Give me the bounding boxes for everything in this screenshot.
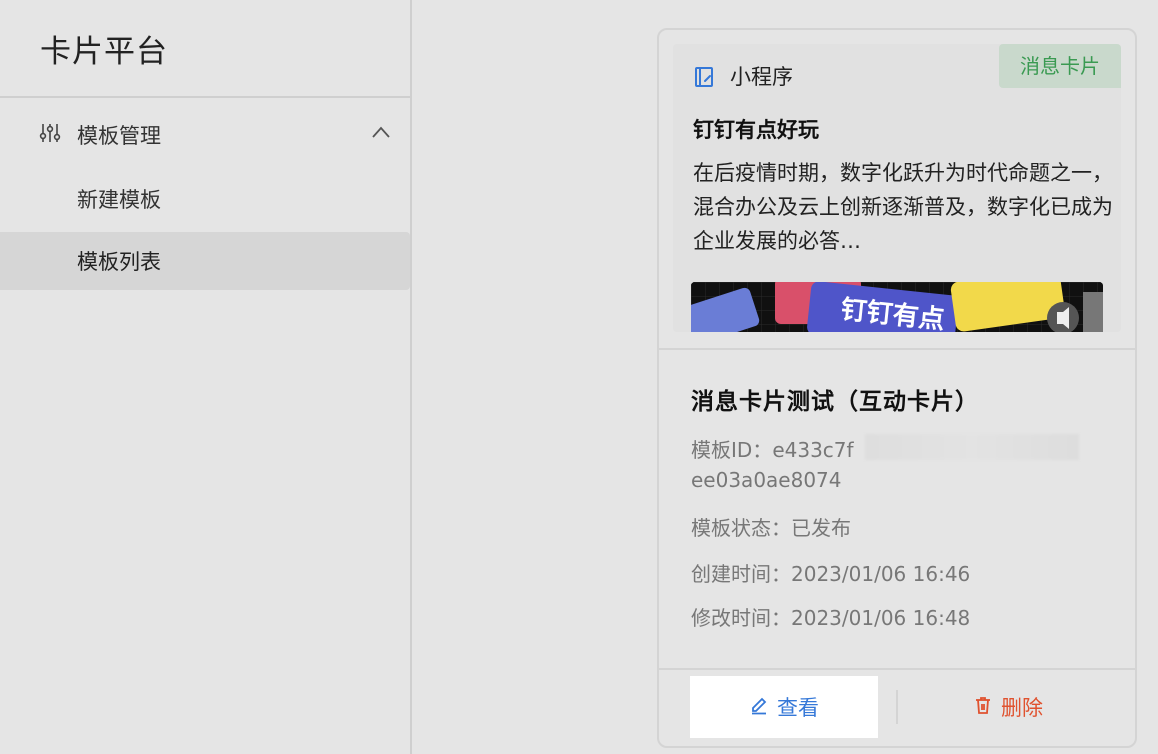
sidebar-divider — [0, 96, 410, 98]
card-divider — [659, 348, 1135, 350]
modified-value: 2023/01/06 16:48 — [791, 606, 971, 630]
view-button[interactable]: 查看 — [690, 676, 878, 738]
redacted-blur — [865, 434, 1079, 460]
card-type-badge: 消息卡片 — [999, 44, 1121, 88]
edit-icon — [749, 695, 769, 720]
template-id-label: 模板ID： — [691, 438, 773, 462]
template-name: 消息卡片测试（互动卡片） — [691, 389, 979, 415]
created-time-row: 创建时间：2023/01/06 16:46 — [691, 558, 970, 587]
template-id-row: 模板ID：e433c7f — [691, 434, 854, 463]
sliders-icon — [39, 122, 61, 144]
mini-program-icon — [694, 66, 716, 88]
delete-button-label: 删除 — [1001, 696, 1043, 720]
sidebar-item-label: 模板列表 — [77, 250, 161, 274]
created-label: 创建时间： — [691, 562, 791, 586]
sidebar-item-template-list[interactable]: 模板列表 — [0, 232, 410, 290]
footer-separator — [896, 690, 898, 724]
menu-group-label: 模板管理 — [77, 124, 161, 148]
card-preview: 小程序 消息卡片 钉钉有点好玩 在后疫情时期，数字化跃升为时代命题之一，混合办公… — [673, 44, 1121, 332]
modified-label: 修改时间： — [691, 606, 791, 630]
modified-time-row: 修改时间：2023/01/06 16:48 — [691, 602, 970, 631]
template-status-row: 模板状态：已发布 — [691, 512, 851, 541]
menu-group-template-management[interactable]: 模板管理 — [0, 108, 410, 160]
chevron-up-icon[interactable] — [370, 124, 392, 140]
app-title: 卡片平台 — [40, 34, 168, 70]
sidebar-item-new-template[interactable]: 新建模板 — [0, 170, 410, 228]
preview-title: 钉钉有点好玩 — [693, 118, 819, 142]
template-id-continued: ee03a0ae8074 — [691, 468, 842, 492]
sidebar-item-label: 新建模板 — [77, 188, 161, 212]
status-value: 已发布 — [791, 516, 851, 540]
created-value: 2023/01/06 16:46 — [791, 562, 971, 586]
app-type-label: 小程序 — [730, 65, 793, 89]
template-id-value: e433c7f — [772, 438, 854, 462]
view-button-label: 查看 — [777, 696, 819, 720]
preview-image: 钉钉有点 — [691, 282, 1103, 332]
template-card: 小程序 消息卡片 钉钉有点好玩 在后疫情时期，数字化跃升为时代命题之一，混合办公… — [657, 28, 1137, 748]
card-footer-divider — [659, 668, 1135, 670]
status-label: 模板状态： — [691, 516, 791, 540]
trash-icon — [973, 695, 993, 720]
preview-body: 在后疫情时期，数字化跃升为时代命题之一，混合办公及云上创新逐渐普及，数字化已成为… — [693, 161, 1113, 253]
delete-button[interactable]: 删除 — [914, 676, 1102, 738]
sidebar: 卡片平台 模板管理 新建模板 模板列表 — [0, 0, 412, 754]
